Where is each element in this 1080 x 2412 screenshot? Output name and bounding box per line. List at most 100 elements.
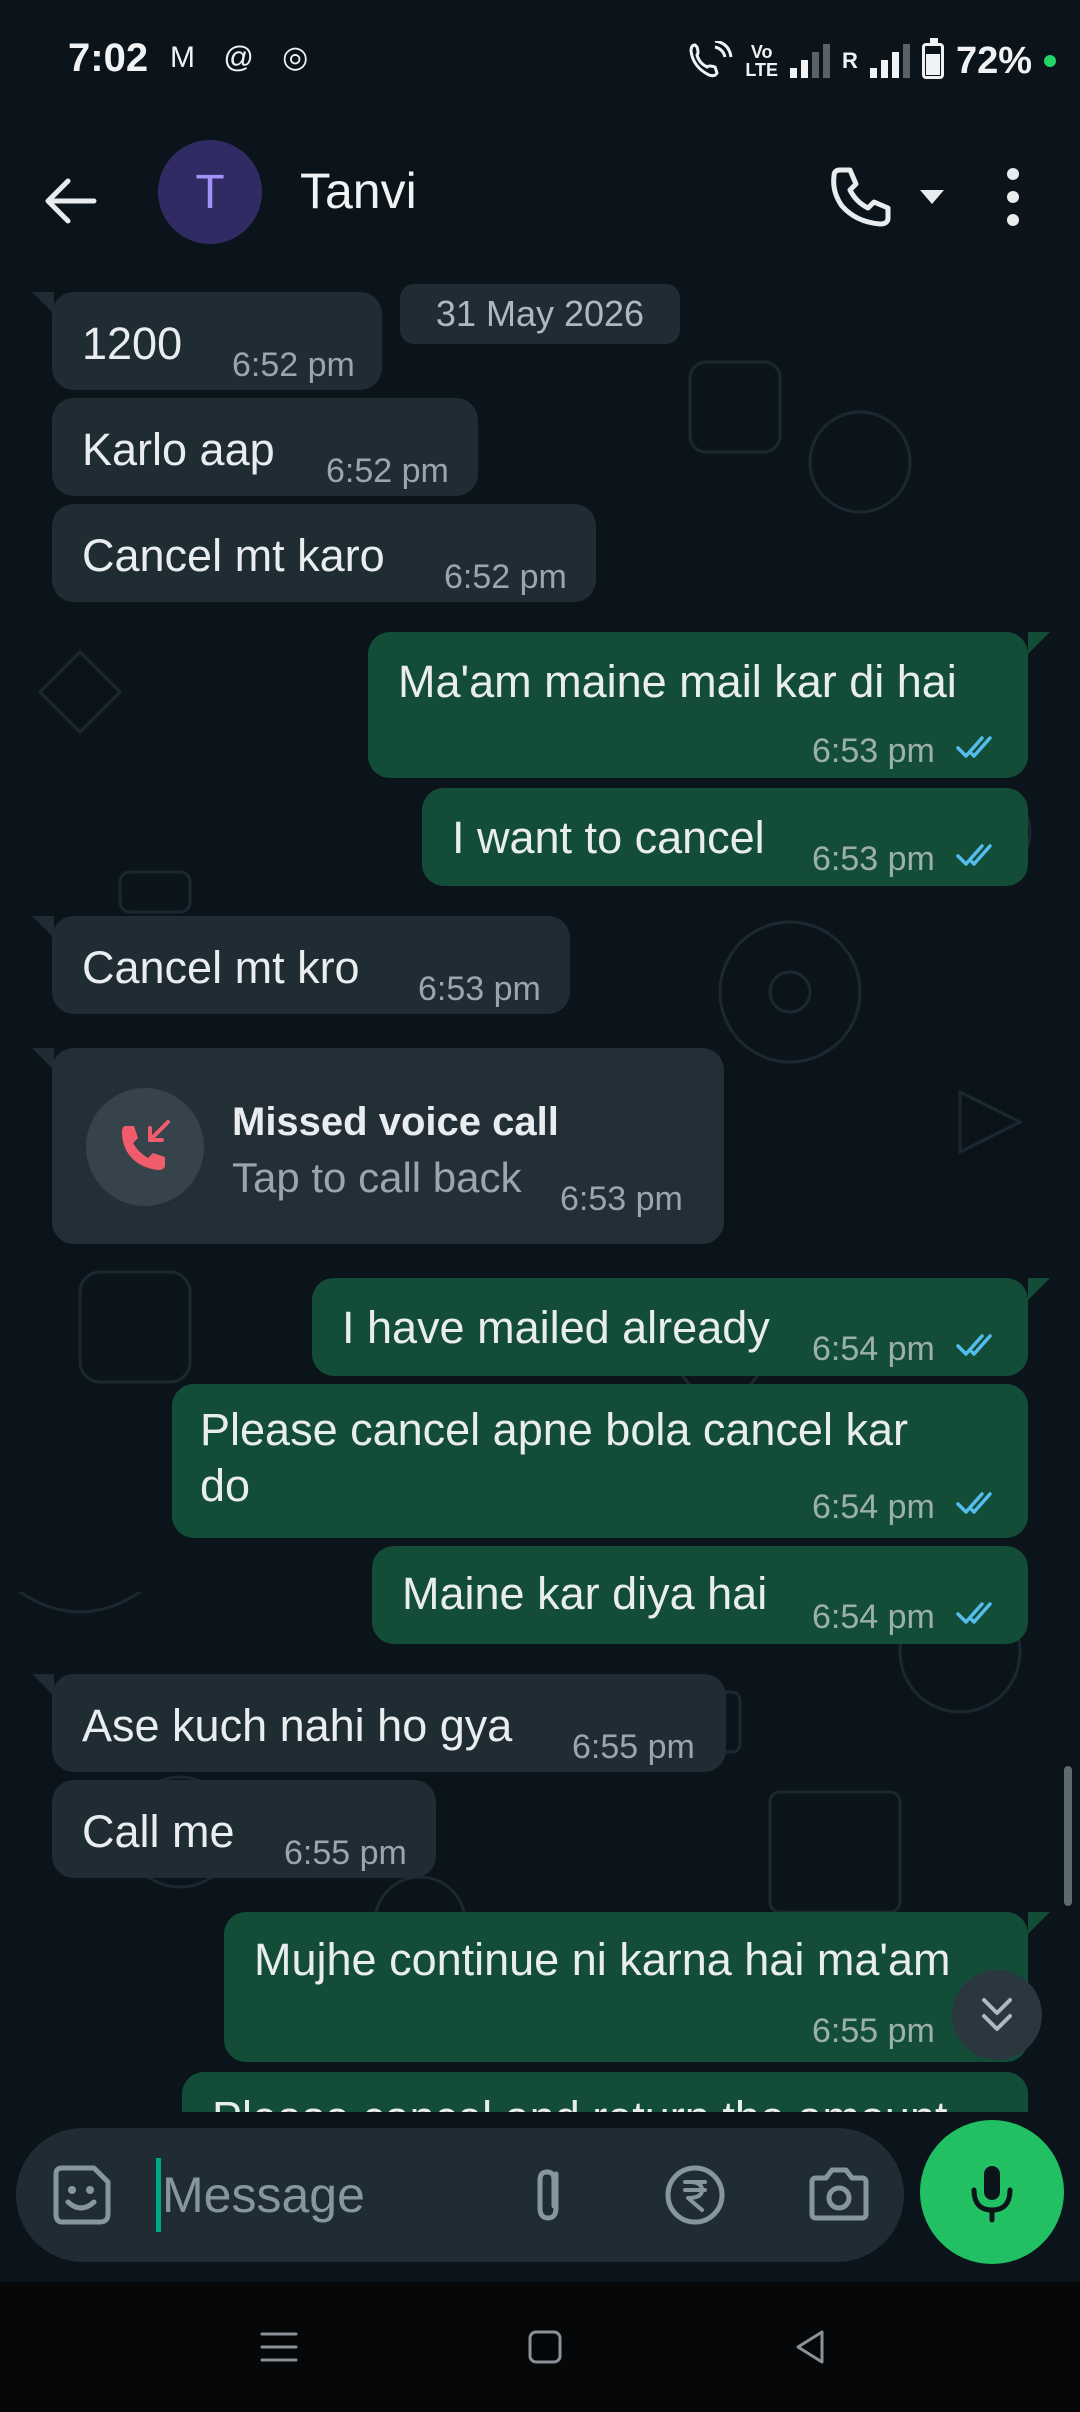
missed-call-icon-circle [86,1088,204,1206]
read-receipt-icon [956,844,992,866]
message-time: 6:55 pm [572,1728,695,1766]
incoming-message[interactable]: Ase kuch nahi ho gya 6:55 pm [52,1674,726,1772]
signal-bars-2-icon [869,44,910,78]
contact-name[interactable]: Tanvi [300,162,417,220]
message-time: 6:54 pm [812,1598,935,1636]
payment-rupee-icon[interactable] [660,2160,730,2230]
message-input[interactable] [162,2160,492,2230]
battery-percent: 72% [955,39,1032,82]
incoming-message[interactable]: Call me 6:55 pm [52,1780,436,1878]
outgoing-message[interactable]: Please cancel and return the amount [182,2072,1028,2112]
incoming-message[interactable]: Cancel mt kro 6:53 pm [52,916,570,1014]
bubble-tail [32,1048,54,1070]
read-receipt-icon [956,1602,992,1624]
message-text: Mujhe continue ni karna hai ma'am [254,1934,951,1985]
double-chevron-down-icon [982,1998,1012,2031]
missed-call-time: 6:53 pm [560,1180,683,1218]
message-text: 1200 [82,318,183,369]
scroll-to-bottom-button[interactable] [952,1970,1042,2060]
message-time: 6:54 pm [812,1488,935,1526]
message-text: Maine kar diya hai [402,1568,768,1619]
signal-bars-icon [790,44,831,78]
read-receipt-icon [956,1492,992,1514]
date-chip: 31 May 2026 [400,284,680,344]
message-text: I have mailed already [342,1302,770,1353]
message-time: 6:52 pm [444,558,567,596]
message-text: Ma'am maine mail kar di hai [398,656,957,707]
message-text-line-1: Please cancel apne bola cancel kar [200,1404,908,1455]
outgoing-message[interactable]: Please cancel apne bola cancel kar do 6:… [172,1384,1028,1538]
outgoing-message[interactable]: Maine kar diya hai 6:54 pm [372,1546,1028,1644]
bubble-tail [32,916,54,938]
incoming-message[interactable]: 1200 6:52 pm [52,292,382,390]
incoming-message[interactable]: Cancel mt karo 6:52 pm [52,504,596,602]
message-input-pill[interactable] [16,2128,904,2262]
message-time: 6:55 pm [812,2012,935,2050]
missed-call-title: Missed voice call [232,1100,559,1144]
home-icon[interactable] [520,2322,570,2372]
message-text: Cancel mt karo [82,530,385,581]
outgoing-message[interactable]: I want to cancel 6:53 pm [422,788,1028,886]
volte-indicator: Vo LTE [745,43,778,79]
status-bar: 7:02 M @ ◎ Vo LTE R 72% [0,0,1080,126]
chat-header: T Tanvi [0,126,1080,272]
message-time: 6:52 pm [232,346,355,384]
camera-icon[interactable] [804,2160,874,2230]
notification-icons: M @ ◎ [170,40,318,75]
voice-record-button[interactable] [920,2120,1064,2264]
bubble-tail [1028,632,1050,654]
more-options-icon[interactable] [998,162,1028,232]
missed-call-icon [122,1120,170,1170]
outgoing-message[interactable]: Mujhe continue ni karna hai ma'am 6:55 p… [224,1912,1028,2062]
gmail-icon: M [170,41,205,74]
message-time: 6:53 pm [812,732,935,770]
bubble-tail [1028,1278,1050,1300]
threads-icon: @ [223,41,264,74]
roaming-label: R [842,48,858,73]
message-text: Ase kuch nahi ho gya [82,1700,513,1751]
recent-apps-icon[interactable] [254,2322,304,2372]
system-navigation-bar [0,2282,1080,2412]
message-text-line-2: do [200,1460,251,1511]
call-options-dropdown-icon[interactable] [912,176,952,216]
read-receipt-icon [956,1334,992,1356]
message-time: 6:53 pm [418,970,541,1008]
chrome-icon: ◎ [282,41,319,74]
message-text: Cancel mt kro [82,942,360,993]
text-cursor [156,2158,161,2232]
scrollbar-thumb[interactable] [1064,1766,1072,1906]
message-time: 6:53 pm [812,840,935,878]
voice-call-icon[interactable] [826,162,896,232]
sticker-emoji-icon[interactable] [48,2162,114,2228]
message-composer [0,2112,1080,2282]
lte-label: LTE [745,60,779,80]
outgoing-message[interactable]: I have mailed already 6:54 pm [312,1278,1028,1376]
bubble-tail [1028,1912,1050,1934]
missed-call-subtitle: Tap to call back [232,1154,522,1201]
status-right: Vo LTE R 72% [689,36,1056,86]
privacy-indicator-dot [1044,55,1056,67]
attach-paperclip-icon[interactable] [516,2160,586,2230]
battery-icon [921,38,944,79]
back-arrow-icon[interactable] [36,166,106,236]
back-triangle-icon[interactable] [786,2322,836,2372]
missed-call-inner[interactable]: Missed voice call Tap to call back 6:53 … [52,1048,724,1244]
microphone-icon [971,2166,1013,2223]
status-time: 7:02 [68,36,149,80]
read-receipt-icon [956,736,992,758]
wifi-calling-icon [689,41,733,78]
outgoing-message[interactable]: Ma'am maine mail kar di hai 6:53 pm [368,632,1028,778]
chat-area[interactable]: 31 May 2026 1200 6:52 pm Karlo aap 6:52 … [0,272,1080,2112]
message-text: Call me [82,1806,235,1857]
avatar[interactable]: T [158,140,262,244]
message-text: Please cancel and return the amount [212,2092,947,2112]
volte-label: Vo [750,42,773,62]
message-text: Karlo aap [82,424,275,475]
message-time: 6:52 pm [326,452,449,490]
message-time: 6:54 pm [812,1330,935,1368]
incoming-message[interactable]: Karlo aap 6:52 pm [52,398,478,496]
message-time: 6:55 pm [284,1834,407,1872]
bubble-tail [32,292,54,314]
message-text: I want to cancel [452,812,765,863]
missed-call-card[interactable]: Missed voice call Tap to call back 6:53 … [52,1048,724,1244]
